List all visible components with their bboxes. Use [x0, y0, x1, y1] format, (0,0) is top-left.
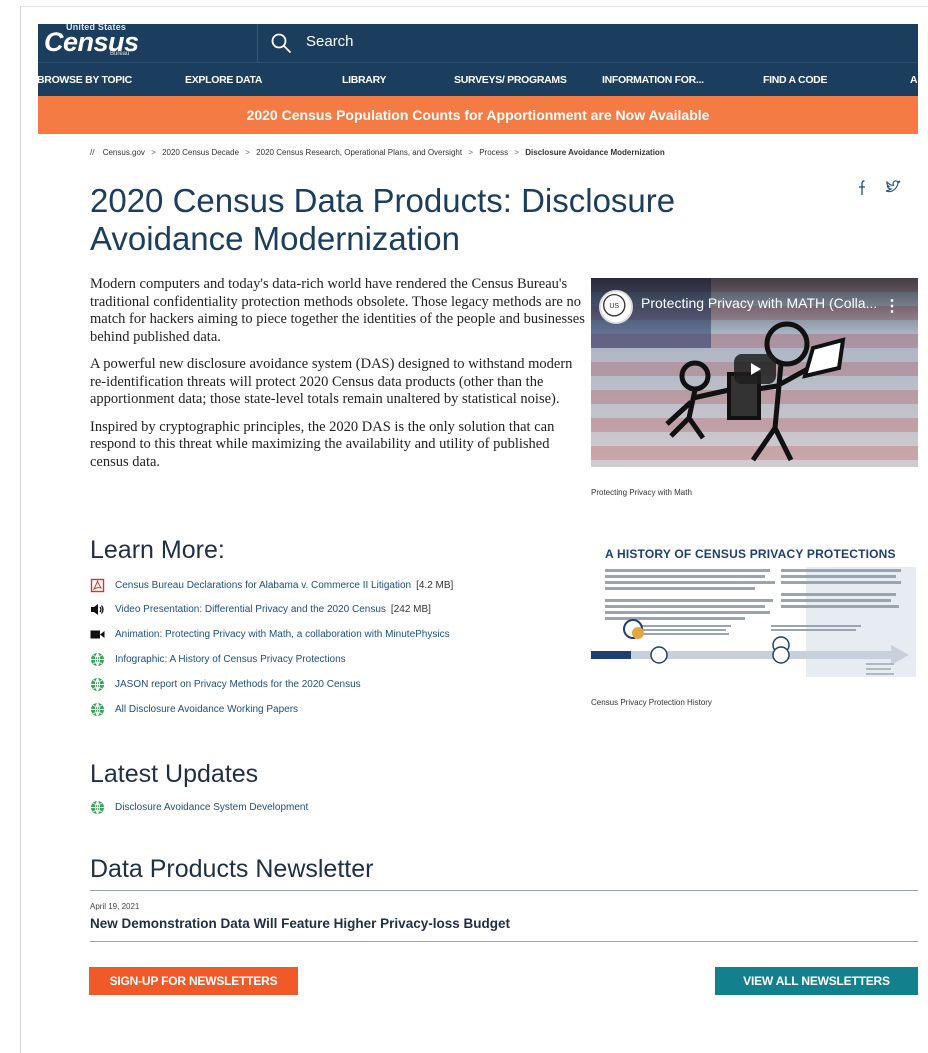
learn-more-link[interactable]: All Disclosure Avoidance Working Papers [90, 701, 298, 717]
intro-paragraph: Inspired by cryptographic principles, th… [90, 418, 555, 470]
audio-icon [91, 603, 104, 615]
link-label: Video Presentation: Differential Privacy… [115, 603, 386, 615]
breadcrumb-separator: > [151, 148, 156, 157]
breadcrumb-separator: > [514, 148, 520, 157]
twitter-icon[interactable] [884, 178, 902, 196]
nav-explore-data[interactable]: EXPLORE DATA [185, 74, 262, 86]
learn-more-link[interactable]: Census Bureau Declarations for Alabama v… [90, 577, 453, 593]
breadcrumb-home-marker: // [90, 148, 95, 157]
census-logo[interactable]: United States Census Bureau [44, 22, 140, 62]
page-frame [20, 6, 928, 1053]
video-menu-icon[interactable]: ⋮ [884, 296, 900, 316]
page-title: 2020 Census Data Products: Disclosure Av… [90, 182, 676, 257]
header-divider [257, 24, 258, 62]
channel-logo[interactable]: US [599, 290, 633, 324]
learn-more-link[interactable]: JASON report on Privacy Methods for the … [90, 676, 361, 692]
globe-icon [91, 677, 104, 691]
breadcrumb-item-research[interactable]: 2020 Census Research, Operational Plans,… [256, 148, 462, 157]
globe-icon [91, 652, 104, 666]
svg-text:US: US [609, 303, 619, 310]
infographic-caption: Census Privacy Protection History [591, 698, 712, 707]
link-label: Infographic: A History of Census Privacy… [115, 653, 346, 665]
infographic-art [591, 567, 916, 677]
video-player[interactable]: US Protecting Privacy with MATH (Colla..… [591, 278, 918, 467]
globe-icon [91, 702, 104, 716]
learn-more-heading: Learn More: [90, 536, 225, 564]
video-caption: Protecting Privacy with Math [591, 488, 692, 497]
breadcrumb-separator: > [245, 148, 250, 157]
view-all-newsletters-button[interactable]: VIEW ALL NEWSLETTERS [715, 967, 918, 995]
link-label: Disclosure Avoidance System Development [115, 801, 309, 813]
link-label: JASON report on Privacy Methods for the … [115, 678, 361, 690]
header-bar: United States Census Bureau Search [38, 22, 918, 62]
breadcrumb-item-census-gov[interactable]: Census.gov [103, 148, 145, 157]
play-icon [751, 363, 761, 375]
pdf-icon [90, 578, 105, 592]
newsletter-title-link[interactable]: New Demonstration Data Will Feature High… [90, 916, 510, 931]
latest-update-link[interactable]: Disclosure Avoidance System Development [90, 799, 308, 815]
breadcrumb-current: Disclosure Avoidance Modernization [525, 148, 665, 157]
facebook-icon[interactable] [852, 178, 870, 196]
search-icon[interactable] [270, 32, 292, 54]
main-nav: BROWSE BY TOPIC EXPLORE DATA LIBRARY SUR… [37, 62, 918, 96]
globe-icon [91, 800, 104, 814]
intro-paragraph: Modern computers and today's data-rich w… [90, 276, 585, 345]
banner-text: 2020 Census Population Counts for Apport… [246, 107, 710, 123]
video-camera-icon [90, 630, 105, 638]
learn-more-link[interactable]: Animation: Protecting Privacy with Math,… [90, 626, 450, 642]
video-title[interactable]: Protecting Privacy with MATH (Colla... [641, 295, 877, 311]
intro-paragraph: A powerful new disclosure avoidance syst… [90, 356, 573, 407]
breadcrumb-item-census-decade[interactable]: 2020 Census Decade [162, 148, 239, 157]
census-seal-icon: US [602, 293, 626, 317]
nav-overflow-item[interactable]: A [910, 74, 918, 86]
breadcrumb: // Census.gov > 2020 Census Decade > 202… [90, 148, 665, 157]
nav-surveys-programs[interactable]: SURVEYS/ PROGRAMS [454, 74, 567, 86]
nav-find-a-code[interactable]: FIND A CODE [763, 74, 827, 86]
nav-information-for[interactable]: INFORMATION FOR... [602, 74, 704, 86]
learn-more-link[interactable]: Infographic: A History of Census Privacy… [90, 651, 346, 667]
newsletter-date: April 19, 2021 [90, 902, 140, 911]
signup-newsletters-button[interactable]: SIGN-UP FOR NEWSLETTERS [89, 967, 298, 995]
logo-sub-text: Bureau [110, 51, 130, 57]
infographic-thumbnail[interactable]: A HISTORY OF CENSUS PRIVACY PROTECTIONS [591, 537, 918, 689]
intro-text: Modern computers and today's data-rich w… [90, 276, 590, 481]
link-label: All Disclosure Avoidance Working Papers [115, 703, 299, 715]
nav-browse-by-topic[interactable]: BROWSE BY TOPIC [37, 74, 132, 86]
divider [90, 941, 918, 942]
learn-more-link[interactable]: Video Presentation: Differential Privacy… [90, 601, 431, 617]
latest-updates-heading: Latest Updates [90, 760, 259, 788]
link-label: Animation: Protecting Privacy with Math,… [115, 628, 450, 640]
link-label: Census Bureau Declarations for Alabama v… [115, 579, 412, 591]
file-size: [242 MB] [390, 603, 431, 615]
divider [90, 890, 918, 891]
newsletter-heading: Data Products Newsletter [90, 855, 374, 883]
breadcrumb-item-process[interactable]: Process [479, 148, 508, 157]
breadcrumb-separator: > [468, 148, 473, 157]
nav-library[interactable]: LIBRARY [342, 74, 386, 86]
announcement-banner[interactable]: 2020 Census Population Counts for Apport… [38, 96, 918, 134]
play-button[interactable] [734, 354, 776, 384]
search-input[interactable]: Search [306, 33, 354, 50]
file-size: [4.2 MB] [416, 579, 454, 591]
